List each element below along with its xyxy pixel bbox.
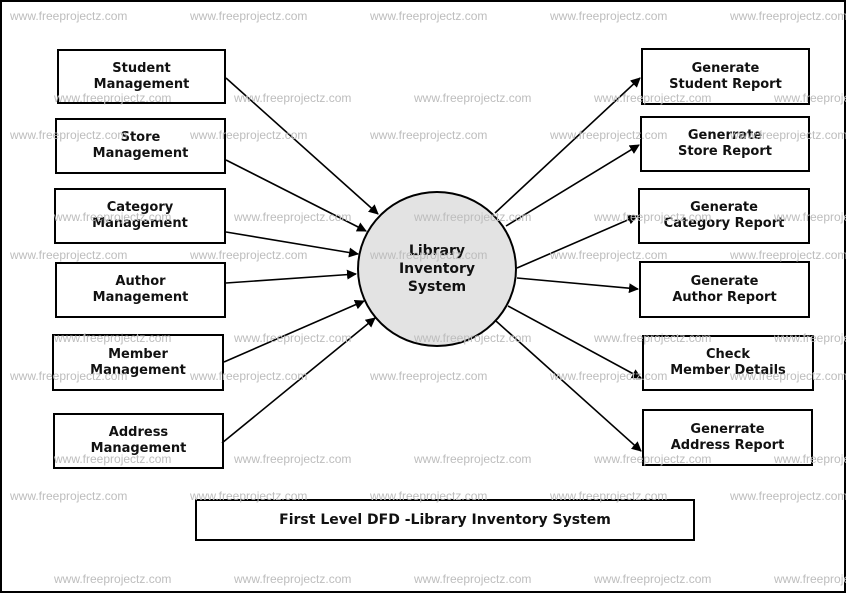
flow-arrows-layer <box>221 77 642 452</box>
flow-arrow-system-to-member-details <box>507 305 642 379</box>
flow-arrow-member-to-system <box>223 300 365 363</box>
flow-arrow-category-to-system <box>225 231 359 258</box>
flow-arrow-system-to-category-report <box>516 214 638 269</box>
dfd-canvas: Student Management Store Management Catego… <box>0 0 846 593</box>
flow-arrow-system-to-student-report <box>494 77 641 214</box>
flow-arrow-system-to-author-report <box>516 277 639 294</box>
flow-arrow-address-to-system <box>221 317 376 444</box>
flow-arrow-store-to-system <box>225 159 367 232</box>
flow-arrow-author-to-system <box>225 269 357 284</box>
flow-arrow-system-to-store-report <box>505 144 640 227</box>
flow-arrow-student-to-system <box>225 77 379 215</box>
flow-arrow-system-to-address-report <box>495 320 642 452</box>
